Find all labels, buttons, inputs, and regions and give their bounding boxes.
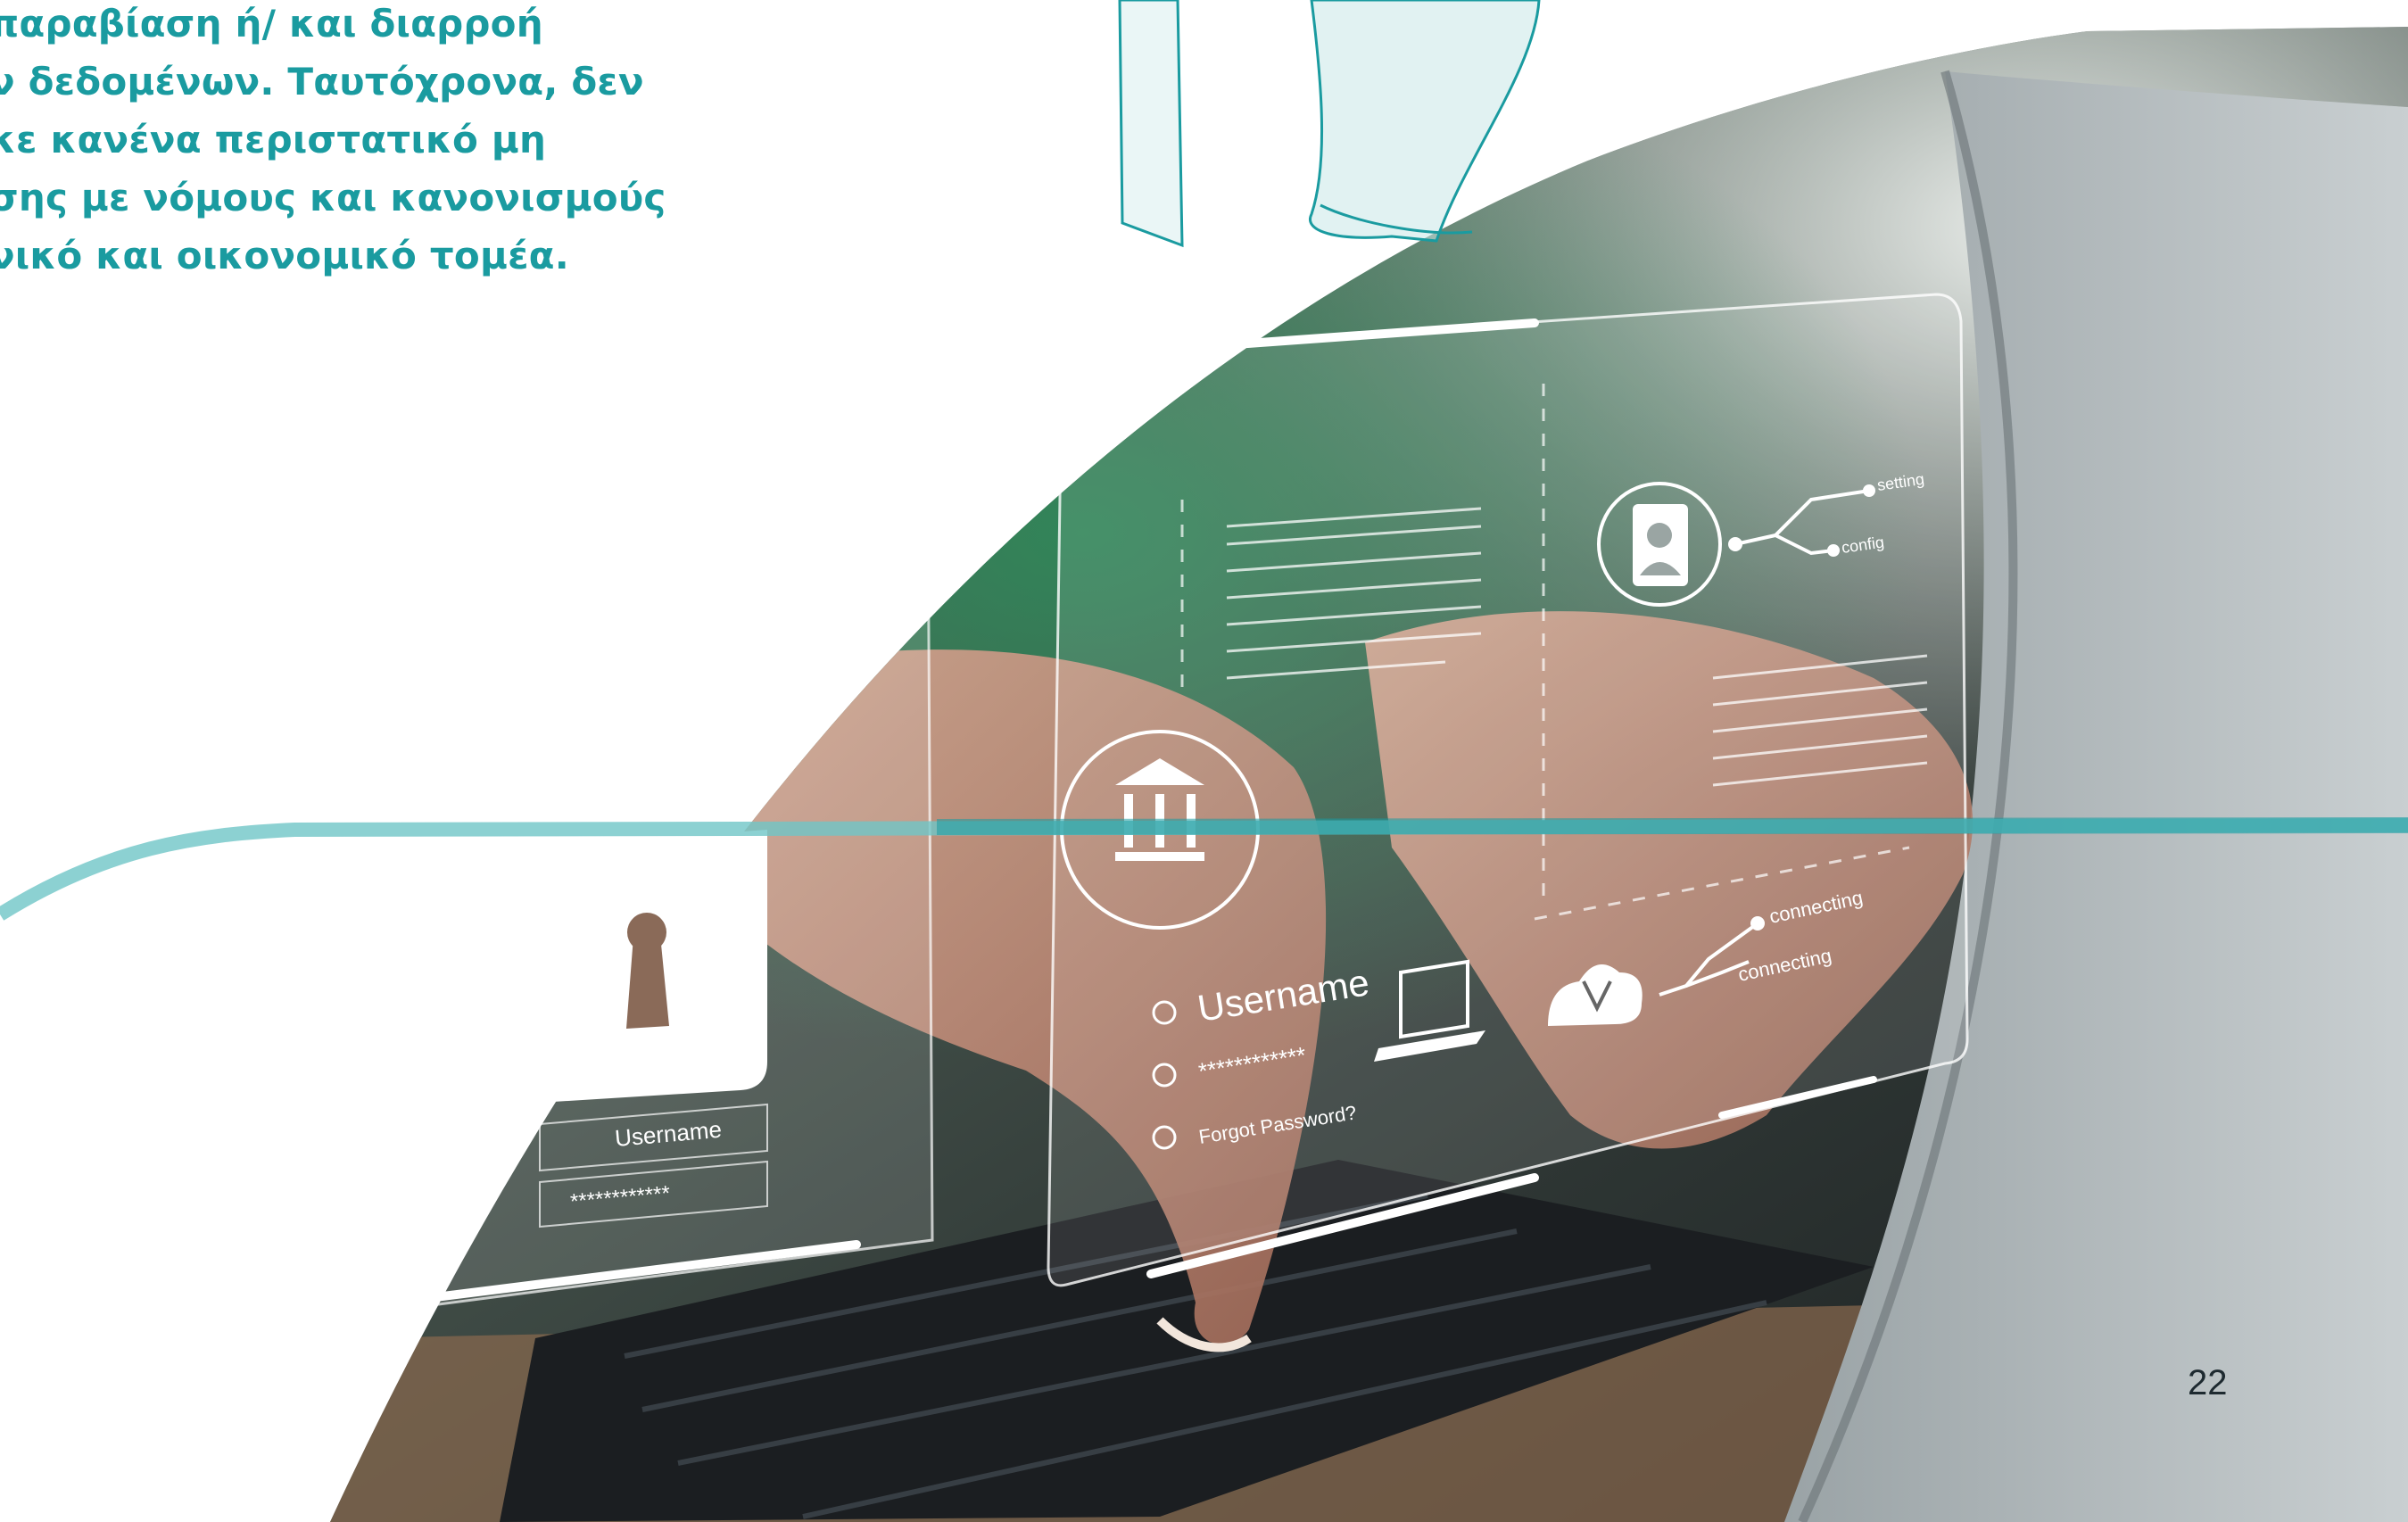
lock-panel: Username ************	[348, 484, 934, 1318]
decorative-teal-shape	[1118, 0, 1541, 248]
page-number: 22	[2188, 1363, 2228, 1402]
report-page: παραβίαση ή/ και διαρροή ν δεδομένων. Τα…	[0, 0, 2408, 1522]
cybersecurity-photo: Username ************ setting config Use…	[0, 0, 2408, 1522]
